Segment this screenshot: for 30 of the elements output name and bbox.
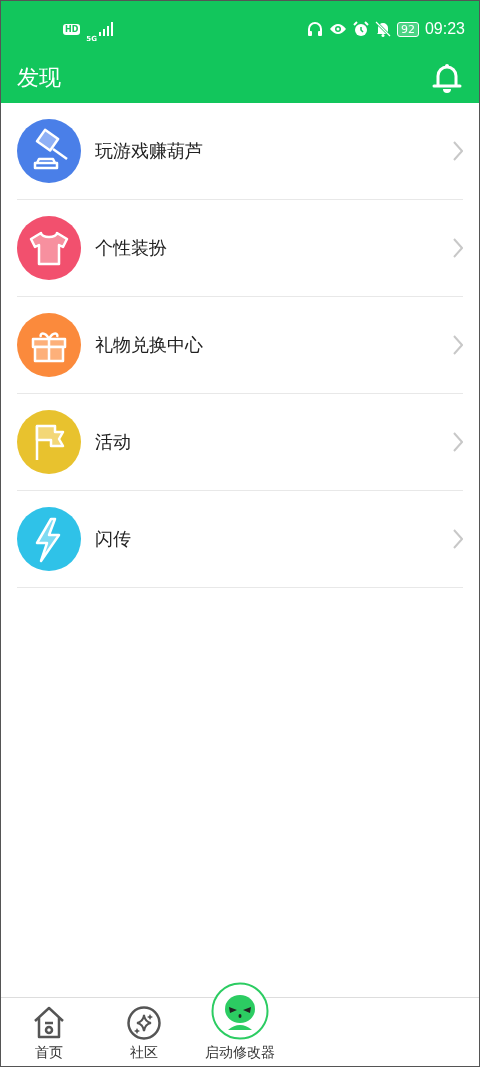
nav-tab[interactable]: 社区: [96, 998, 193, 1066]
page-title: 发现: [17, 64, 61, 92]
alien-mascot-icon[interactable]: [211, 982, 269, 1040]
notification-bell-icon[interactable]: [431, 62, 463, 94]
menu-item[interactable]: 活动: [17, 394, 463, 491]
signal-icon: [98, 22, 115, 36]
chevron-right-icon: [453, 529, 463, 549]
battery-indicator: 92: [396, 21, 419, 37]
launch-label[interactable]: 启动修改器: [205, 1044, 275, 1062]
headphones-icon: [306, 21, 323, 37]
menu-item-label: 个性装扮: [95, 236, 168, 260]
eye-icon: [328, 22, 347, 36]
menu-item-label: 礼物兑换中心: [95, 333, 204, 357]
hd-badge: HD: [63, 23, 81, 35]
menu-item[interactable]: 闪传: [17, 491, 463, 588]
menu-item-label: 闪传: [95, 527, 132, 551]
menu-item-label: 玩游戏赚葫芦: [95, 139, 204, 163]
menu-item[interactable]: 礼物兑换中心: [17, 297, 463, 394]
muted-bell-icon: [374, 21, 391, 37]
alarm-icon: [352, 21, 369, 37]
menu-item[interactable]: 玩游戏赚葫芦: [17, 103, 463, 200]
nav-tab[interactable]: 首页: [1, 998, 97, 1066]
chevron-right-icon: [453, 432, 463, 452]
chevron-right-icon: [453, 141, 463, 161]
chevron-right-icon: [453, 238, 463, 258]
sparkle-icon: [127, 1006, 162, 1040]
status-time: 09:23: [424, 20, 465, 38]
menu-item-label: 活动: [95, 430, 132, 454]
chevron-right-icon: [453, 335, 463, 355]
menu-item[interactable]: 个性装扮: [17, 200, 463, 297]
